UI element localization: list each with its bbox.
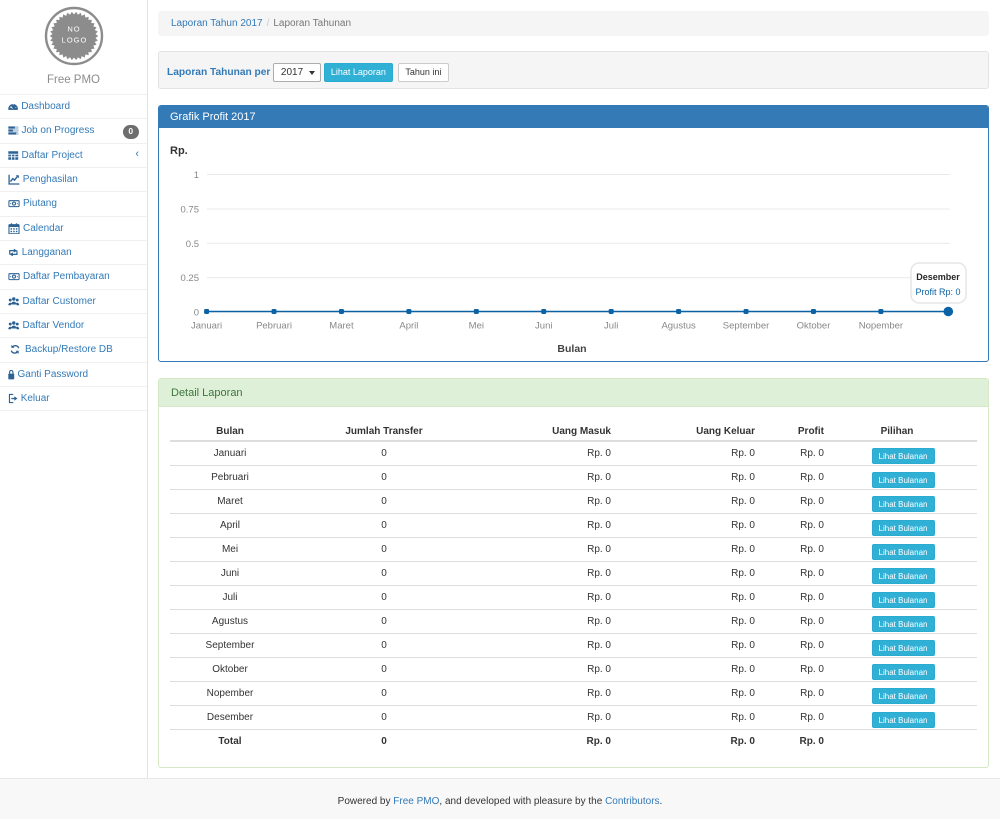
svg-text:0: 0	[194, 308, 199, 319]
svg-text:Agustus: Agustus	[661, 321, 696, 332]
svg-text:Profit Rp: 0: Profit Rp: 0	[915, 287, 960, 297]
svg-text:Januari: Januari	[191, 321, 222, 332]
svg-text:1: 1	[194, 170, 199, 181]
svg-text:Bulan: Bulan	[557, 343, 586, 355]
svg-text:0.75: 0.75	[181, 205, 200, 216]
svg-text:0.5: 0.5	[186, 239, 199, 250]
svg-text:Maret: Maret	[329, 321, 354, 332]
svg-text:September: September	[723, 321, 769, 332]
svg-text:Oktober: Oktober	[797, 321, 831, 332]
svg-text:Mei: Mei	[469, 321, 484, 332]
svg-text:Nopember: Nopember	[859, 321, 903, 332]
svg-text:NO: NO	[67, 25, 80, 34]
svg-text:Juni: Juni	[535, 321, 552, 332]
svg-text:April: April	[399, 321, 418, 332]
svg-text:Juli: Juli	[604, 321, 618, 332]
svg-text:Desember: Desember	[916, 272, 960, 282]
svg-text:Pebruari: Pebruari	[256, 321, 292, 332]
svg-text:LOGO: LOGO	[61, 36, 87, 45]
svg-text:Rp.: Rp.	[170, 145, 188, 157]
svg-text:0.25: 0.25	[181, 273, 200, 284]
